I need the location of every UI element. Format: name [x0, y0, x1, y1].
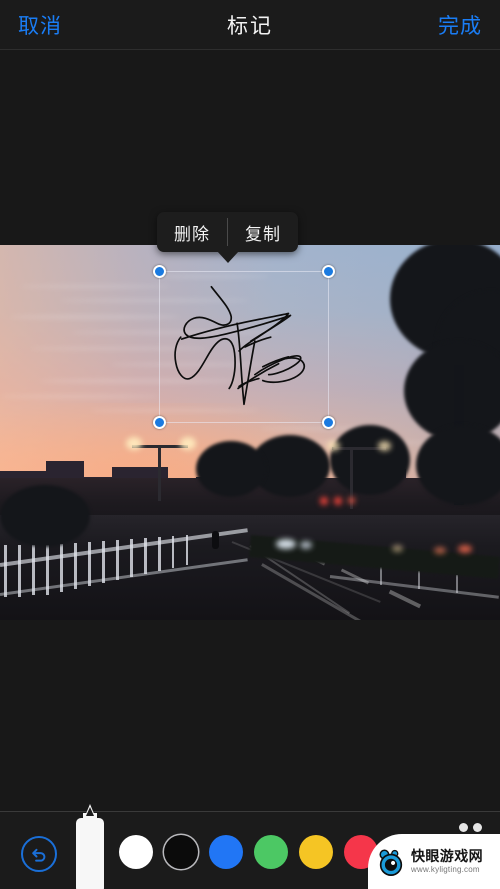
context-menu: 删除 复制: [157, 212, 298, 263]
color-swatch-list: [119, 835, 378, 869]
resize-handle-top-right[interactable]: [322, 265, 335, 278]
pen-body: [76, 818, 104, 889]
watermark-url: www.kyligting.com: [411, 864, 480, 874]
watermark-title: 快眼游戏网: [411, 847, 483, 864]
resize-handle-top-left[interactable]: [153, 265, 166, 278]
context-menu-arrow: [216, 251, 239, 263]
pen-tip-inner: [86, 807, 94, 816]
context-menu-delete[interactable]: 删除: [157, 212, 227, 252]
color-swatch-yellow[interactable]: [299, 835, 333, 869]
undo-button[interactable]: [21, 836, 57, 872]
markup-editor-screen: 取消 标记 完成 删除 复制 快眼游戏网 www.kyligting.com: [0, 0, 500, 889]
context-menu-copy[interactable]: 复制: [228, 212, 298, 252]
markup-canvas[interactable]: 删除 复制: [0, 50, 500, 811]
page-title: 标记: [227, 14, 273, 38]
color-swatch-green[interactable]: [254, 835, 288, 869]
resize-handle-bottom-left[interactable]: [153, 416, 166, 429]
signature-drawing[interactable]: [160, 272, 328, 422]
resize-handle-bottom-right[interactable]: [322, 416, 335, 429]
color-swatch-blue[interactable]: [209, 835, 243, 869]
done-button[interactable]: 完成: [438, 10, 482, 40]
color-swatch-white[interactable]: [119, 835, 153, 869]
color-swatch-black[interactable]: [164, 835, 198, 869]
cancel-button[interactable]: 取消: [18, 10, 62, 40]
undo-arrow-icon: [32, 848, 46, 862]
photo-image[interactable]: [0, 245, 500, 620]
site-watermark: 快眼游戏网 www.kyligting.com: [368, 823, 500, 889]
watermark-dots: [459, 823, 482, 832]
selection-box[interactable]: [153, 265, 335, 429]
marker-pen-tool[interactable]: [76, 804, 104, 889]
eye-logo-icon: [376, 847, 406, 877]
watermark-text: 快眼游戏网 www.kyligting.com: [411, 849, 483, 874]
top-navigation-bar: 取消 标记 完成: [0, 0, 500, 50]
